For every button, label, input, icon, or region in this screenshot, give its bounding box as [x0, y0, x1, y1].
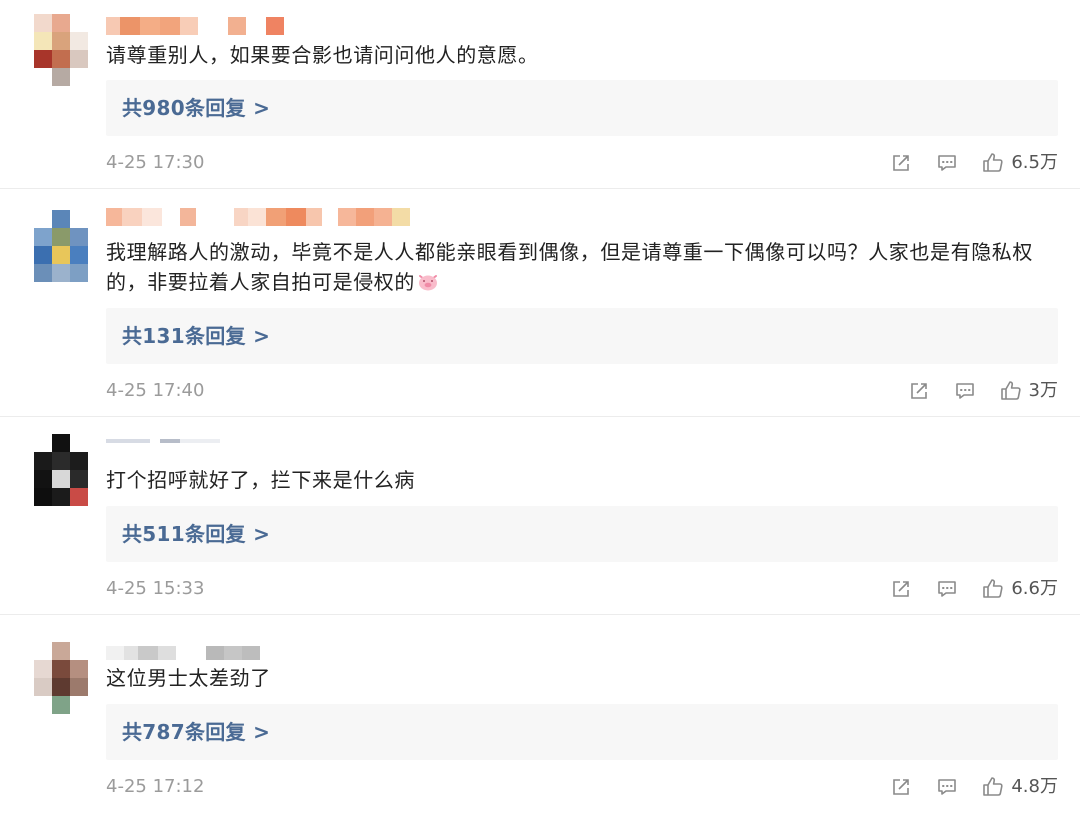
thumbs-up-icon [1000, 381, 1021, 400]
view-replies-button[interactable]: 共980条回复 > [106, 80, 1058, 136]
like-count: 4.8万 [1011, 776, 1058, 797]
reply-count-label: 共980条回复 > [122, 96, 271, 120]
pig-face-emoji-icon [419, 275, 437, 291]
comment-actions: 3万 [885, 378, 1058, 404]
view-replies-button[interactable]: 共131条回复 > [106, 308, 1058, 364]
like-count: 6.5万 [1011, 152, 1058, 173]
avatar[interactable] [34, 14, 88, 86]
like-button[interactable]: 4.8万 [981, 775, 1058, 799]
comment-actions: 6.6万 [867, 576, 1058, 602]
view-replies-button[interactable]: 共511条回复 > [106, 506, 1058, 562]
comment-icon[interactable] [953, 379, 977, 403]
share-icon[interactable] [889, 151, 913, 175]
like-button[interactable]: 6.5万 [981, 151, 1058, 175]
comment-icon[interactable] [935, 577, 959, 601]
thumbs-up-icon [983, 777, 1003, 796]
comment-text: 这位男士太差劲了 [106, 666, 271, 690]
comment-actions: 6.5万 [867, 150, 1058, 176]
comment-text: 我理解路人的激动，毕竟不是人人都能亲眼看到偶像，但是请尊重一下偶像可以吗？人家也… [106, 240, 1033, 294]
avatar[interactable] [34, 642, 88, 714]
like-button[interactable]: 6.6万 [981, 577, 1058, 601]
share-icon[interactable] [907, 379, 931, 403]
thumbs-up-icon [983, 153, 1003, 172]
username-pixelated[interactable] [106, 642, 260, 664]
like-button[interactable]: 3万 [999, 379, 1058, 403]
thumbs-up-icon [983, 579, 1003, 598]
like-count: 3万 [1028, 380, 1058, 401]
comment-feed: 请尊重别人，如果要合影也请问问他人的意愿。 共980条回复 > 4-25 17:… [0, 0, 1080, 818]
comment-item: 我理解路人的激动，毕竟不是人人都能亲眼看到偶像，但是请尊重一下偶像可以吗？人家也… [0, 189, 1080, 417]
reply-count-label: 共787条回复 > [122, 720, 271, 744]
comment-timestamp: 4-25 17:30 [106, 152, 205, 173]
comment-item: 打个招呼就好了，拦下来是什么病 共511条回复 > 4-25 15:33 6.6… [0, 417, 1080, 615]
username-pixelated[interactable] [106, 430, 220, 452]
comment-text: 打个招呼就好了，拦下来是什么病 [106, 468, 415, 492]
avatar[interactable] [34, 210, 88, 282]
comment-item: 这位男士太差劲了 共787条回复 > 4-25 17:12 4.8万 [0, 615, 1080, 818]
username-pixelated[interactable] [106, 15, 284, 37]
comment-actions: 4.8万 [867, 774, 1058, 800]
reply-count-label: 共131条回复 > [122, 324, 271, 348]
view-replies-button[interactable]: 共787条回复 > [106, 704, 1058, 760]
username-pixelated[interactable] [106, 206, 410, 228]
share-icon[interactable] [889, 775, 913, 799]
comment-text: 请尊重别人，如果要合影也请问问他人的意愿。 [106, 43, 539, 67]
comment-icon[interactable] [935, 775, 959, 799]
comment-timestamp: 4-25 17:40 [106, 380, 205, 401]
share-icon[interactable] [889, 577, 913, 601]
avatar[interactable] [34, 434, 88, 506]
comment-timestamp: 4-25 17:12 [106, 776, 205, 797]
reply-count-label: 共511条回复 > [122, 522, 271, 546]
comment-icon[interactable] [935, 151, 959, 175]
like-count: 6.6万 [1011, 578, 1058, 599]
comment-timestamp: 4-25 15:33 [106, 578, 205, 599]
comment-item: 请尊重别人，如果要合影也请问问他人的意愿。 共980条回复 > 4-25 17:… [0, 0, 1080, 189]
